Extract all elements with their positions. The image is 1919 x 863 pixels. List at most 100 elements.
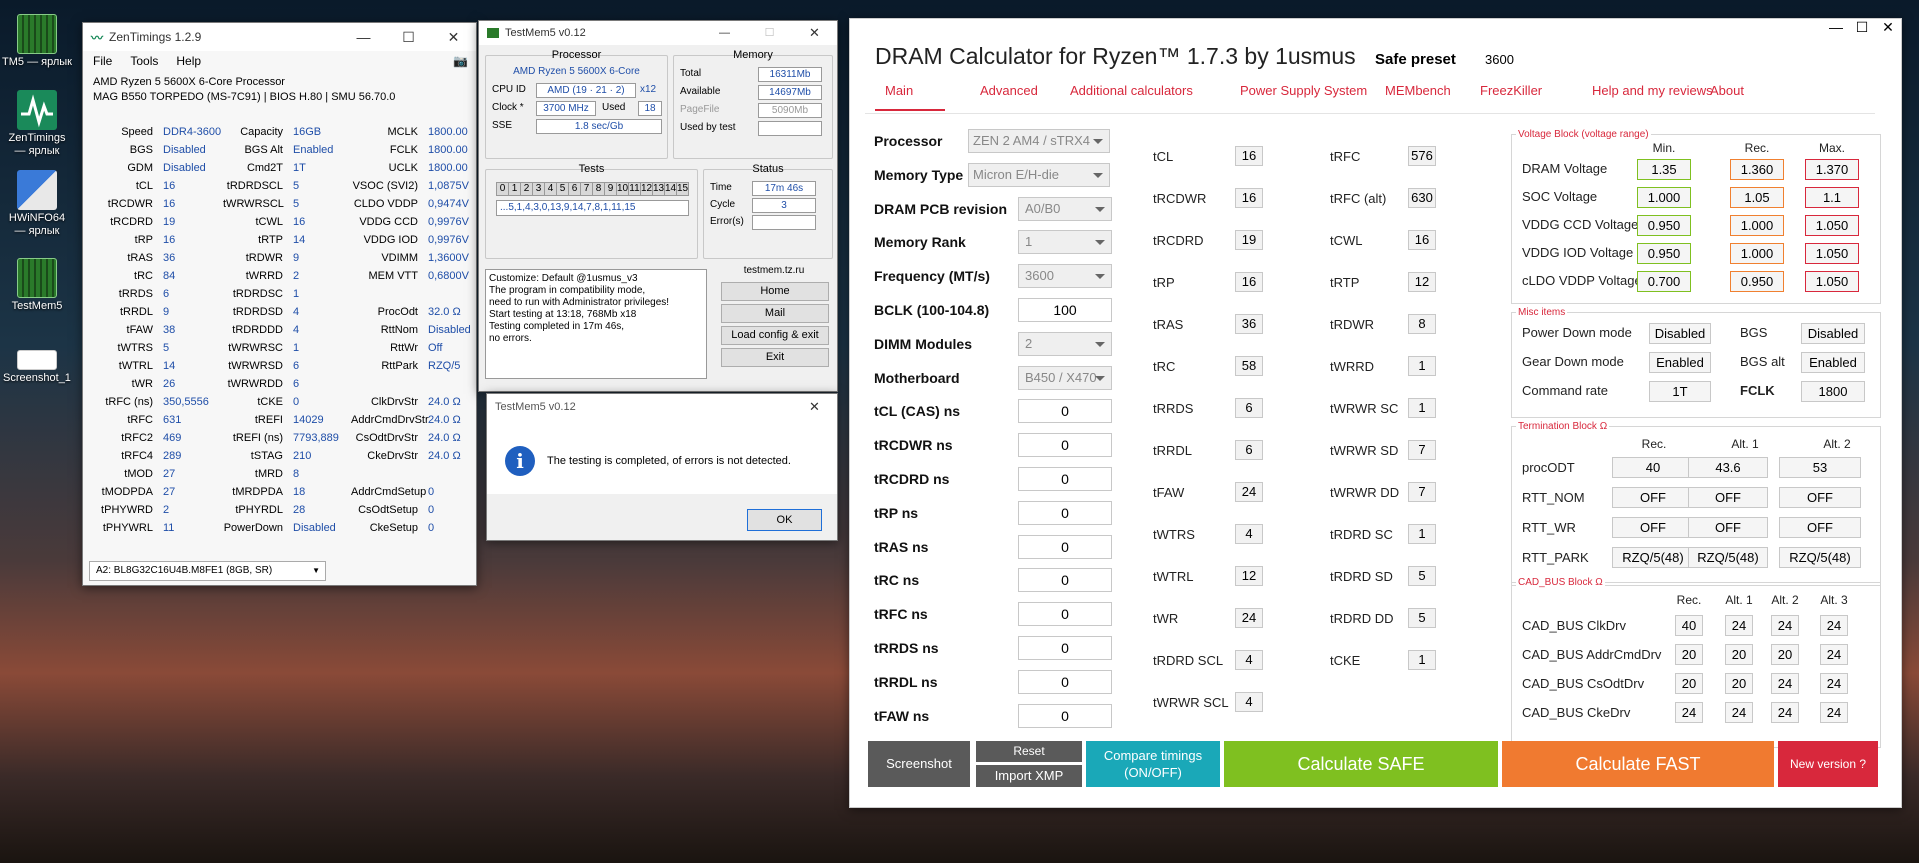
load-config-exit-button[interactable]: Load config & exit: [721, 326, 829, 345]
screenshot-button[interactable]: Screenshot: [868, 741, 970, 787]
misc-value[interactable]: 1T: [1649, 381, 1711, 402]
termination-value[interactable]: OFF: [1688, 517, 1768, 538]
voltage-value[interactable]: 1.000: [1730, 215, 1784, 236]
cad-bus-value[interactable]: 24: [1725, 615, 1753, 636]
camera-icon[interactable]: 📷: [453, 54, 468, 68]
calculate-safe-button[interactable]: Calculate SAFE: [1224, 741, 1498, 787]
tab-advanced[interactable]: Advanced: [980, 83, 1038, 98]
voltage-value[interactable]: 0.950: [1637, 215, 1691, 236]
cad-bus-value[interactable]: 40: [1675, 615, 1703, 636]
termination-value[interactable]: OFF: [1612, 517, 1694, 538]
misc-value[interactable]: Disabled: [1801, 323, 1865, 344]
desktop-icon-tm5[interactable]: TM5 — ярлык: [2, 14, 72, 69]
field-select[interactable]: A0/B0: [1018, 196, 1112, 221]
termination-value[interactable]: RZQ/5(48): [1779, 547, 1861, 568]
tab-power-supply-system[interactable]: Power Supply System: [1240, 83, 1367, 98]
termination-value[interactable]: RZQ/5(48): [1688, 547, 1768, 568]
import-xmp-button[interactable]: Import XMP: [976, 765, 1082, 787]
menu-tools[interactable]: Tools: [130, 54, 158, 68]
calculate-fast-button[interactable]: Calculate FAST: [1502, 741, 1774, 787]
tab-membench[interactable]: MEMbench: [1385, 83, 1451, 98]
mail-button[interactable]: Mail: [721, 304, 829, 323]
dimm-select[interactable]: A2: BL8G32C16U4B.M8FE1 (8GB, SR) ▼: [89, 561, 326, 581]
cad-bus-value[interactable]: 24: [1820, 644, 1848, 665]
termination-value[interactable]: OFF: [1779, 487, 1861, 508]
voltage-value[interactable]: 0.700: [1637, 271, 1691, 292]
voltage-value[interactable]: 1.370: [1805, 159, 1859, 180]
ok-button[interactable]: OK: [747, 509, 822, 531]
field-input[interactable]: 0: [1018, 467, 1112, 491]
close-button[interactable]: ✕: [792, 394, 837, 420]
field-select[interactable]: 2: [1018, 331, 1112, 356]
desktop-icon-zentimings[interactable]: ZenTimings — ярлык: [2, 90, 72, 158]
voltage-value[interactable]: 1.050: [1805, 243, 1859, 264]
field-select[interactable]: 3600: [1018, 264, 1112, 289]
termination-value[interactable]: 53: [1779, 457, 1861, 478]
termination-value[interactable]: RZQ/5(48): [1612, 547, 1694, 568]
exit-button[interactable]: Exit: [721, 348, 829, 367]
cad-bus-value[interactable]: 24: [1820, 673, 1848, 694]
cad-bus-value[interactable]: 24: [1771, 615, 1799, 636]
field-input[interactable]: 0: [1018, 568, 1112, 593]
termination-value[interactable]: 43.6: [1688, 457, 1768, 478]
minimize-button[interactable]: —: [702, 21, 747, 45]
voltage-value[interactable]: 1.000: [1730, 243, 1784, 264]
field-input[interactable]: 0: [1018, 636, 1112, 660]
field-select[interactable]: 1: [1018, 230, 1112, 255]
voltage-value[interactable]: 1.050: [1805, 271, 1859, 292]
voltage-value[interactable]: 0.950: [1730, 271, 1784, 292]
cad-bus-value[interactable]: 20: [1725, 673, 1753, 694]
cad-bus-value[interactable]: 20: [1675, 644, 1703, 665]
cad-bus-value[interactable]: 24: [1771, 702, 1799, 723]
tab-about[interactable]: About: [1710, 83, 1744, 98]
misc-value[interactable]: Enabled: [1801, 352, 1865, 373]
termination-value[interactable]: OFF: [1612, 487, 1694, 508]
field-input[interactable]: 0: [1018, 500, 1112, 525]
tab-main[interactable]: Main: [885, 83, 913, 98]
maximize-button[interactable]: ☐: [386, 23, 431, 51]
cad-bus-value[interactable]: 24: [1820, 615, 1848, 636]
field-input[interactable]: 0: [1018, 433, 1112, 458]
field-input[interactable]: 0: [1018, 669, 1112, 694]
tab-freezkiller[interactable]: FreezKiller: [1480, 83, 1542, 98]
compare-timings-button[interactable]: Compare timings (ON/OFF): [1086, 741, 1220, 787]
voltage-value[interactable]: 1.000: [1637, 187, 1691, 208]
desktop-icon-screenshot[interactable]: Screenshot_1: [2, 350, 72, 385]
minimize-button[interactable]: —: [341, 23, 386, 51]
field-select[interactable]: ZEN 2 AM4 / sTRX4: [968, 129, 1110, 153]
reset-button[interactable]: Reset: [976, 741, 1082, 762]
maximize-button[interactable]: ☐: [747, 21, 792, 45]
field-input[interactable]: 0: [1018, 703, 1112, 728]
menu-help[interactable]: Help: [176, 54, 201, 68]
termination-value[interactable]: OFF: [1688, 487, 1768, 508]
desktop-icon-testmem5[interactable]: TestMem5: [2, 258, 72, 313]
misc-value[interactable]: 1800: [1801, 381, 1865, 402]
field-input[interactable]: 0: [1018, 534, 1112, 559]
voltage-value[interactable]: 1.1: [1805, 187, 1859, 208]
cad-bus-value[interactable]: 20: [1675, 673, 1703, 694]
close-button[interactable]: ✕: [431, 23, 476, 51]
field-select[interactable]: Micron E/H-die: [968, 162, 1110, 187]
field-input[interactable]: 0: [1018, 602, 1112, 627]
tab-help-and-my-reviews[interactable]: Help and my reviews: [1592, 83, 1713, 98]
misc-value[interactable]: Disabled: [1649, 323, 1711, 344]
field-select[interactable]: B450 / X470: [1018, 365, 1112, 390]
termination-value[interactable]: OFF: [1779, 517, 1861, 538]
voltage-value[interactable]: 1.05: [1730, 187, 1784, 208]
home-button[interactable]: Home: [721, 282, 829, 301]
field-input[interactable]: 100: [1018, 298, 1112, 322]
cad-bus-value[interactable]: 20: [1771, 644, 1799, 665]
cad-bus-value[interactable]: 24: [1820, 702, 1848, 723]
voltage-value[interactable]: 1.360: [1730, 159, 1784, 180]
field-input[interactable]: 0: [1018, 399, 1112, 424]
misc-value[interactable]: Enabled: [1649, 352, 1711, 373]
cad-bus-value[interactable]: 20: [1725, 644, 1753, 665]
desktop-icon-hwinfo[interactable]: HWiNFO64 — ярлык: [2, 170, 72, 238]
maximize-button[interactable]: ☐: [1849, 19, 1875, 36]
tab-additional-calculators[interactable]: Additional calculators: [1070, 83, 1193, 98]
voltage-value[interactable]: 0.950: [1637, 243, 1691, 264]
termination-value[interactable]: 40: [1612, 457, 1694, 478]
cad-bus-value[interactable]: 24: [1771, 673, 1799, 694]
minimize-button[interactable]: —: [1823, 19, 1849, 36]
cad-bus-value[interactable]: 24: [1725, 702, 1753, 723]
